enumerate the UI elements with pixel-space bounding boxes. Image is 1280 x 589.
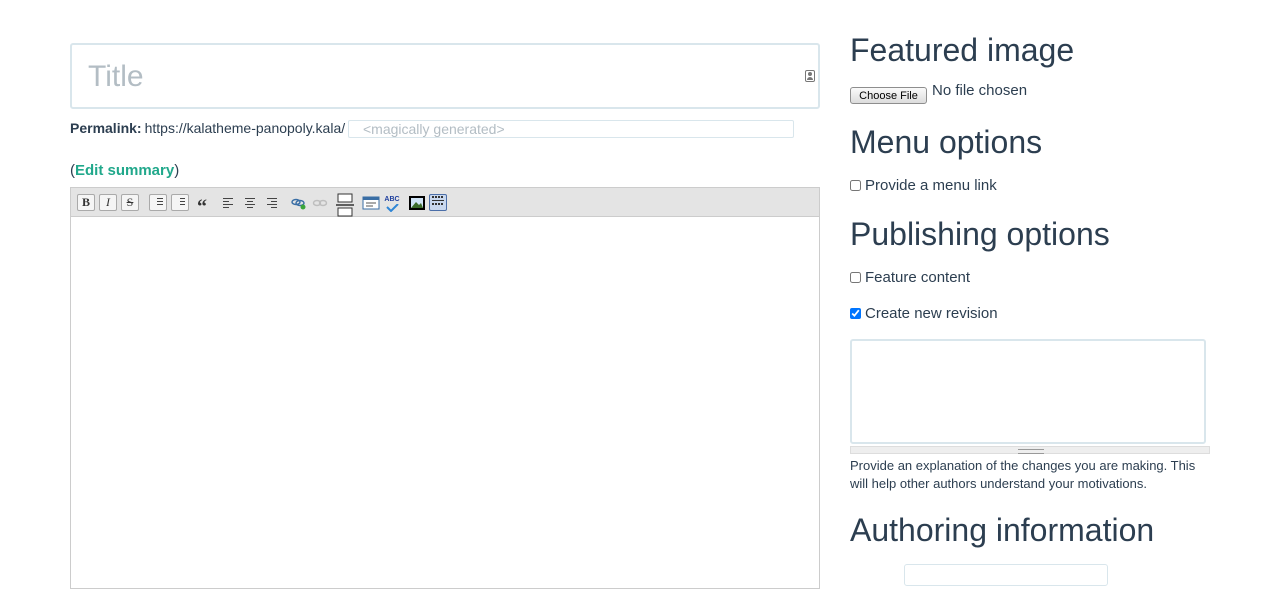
edit-summary-link[interactable]: Edit summary	[75, 162, 174, 179]
insert-link-icon[interactable]	[289, 194, 307, 211]
permalink-alias-input[interactable]	[348, 120, 794, 138]
choose-file-button[interactable]: Choose File	[850, 87, 927, 104]
create-revision-option[interactable]: Create new revision	[850, 305, 998, 322]
permalink-row: Permalink: https://kalatheme-panopoly.kal…	[70, 120, 794, 140]
editor-content-area[interactable]	[71, 217, 819, 577]
feature-content-option[interactable]: Feature content	[850, 269, 970, 286]
provide-menu-link-label: Provide a menu link	[865, 177, 997, 194]
menu-options-heading: Menu options	[850, 124, 1043, 160]
create-revision-checkbox[interactable]	[850, 308, 861, 319]
provide-menu-link-checkbox[interactable]	[850, 180, 861, 191]
contact-card-icon	[805, 70, 815, 82]
title-input[interactable]	[86, 57, 770, 97]
strikethrough-icon[interactable]: S	[121, 194, 139, 211]
publishing-options-heading: Publishing options	[850, 216, 1110, 252]
blockquote-icon[interactable]: “	[193, 194, 211, 218]
title-field-wrapper	[70, 43, 820, 109]
authored-by-input[interactable]	[904, 564, 1108, 586]
edit-summary-row: (Edit summary)	[70, 162, 179, 179]
permalink-base-url: https://kalatheme-panopoly.kala/	[144, 120, 346, 136]
textarea-resize-grip[interactable]	[850, 446, 1210, 454]
insert-media-icon[interactable]	[407, 194, 425, 211]
editor-toolbar: B I S “ ABC	[71, 188, 819, 218]
revision-log-textarea[interactable]	[850, 339, 1206, 444]
align-left-icon[interactable]	[219, 194, 237, 211]
unlink-icon[interactable]	[311, 194, 329, 211]
paste-word-icon[interactable]	[361, 194, 380, 211]
revision-help-text: Provide an explanation of the changes yo…	[850, 458, 1196, 491]
bullet-list-icon[interactable]	[149, 194, 167, 211]
italic-icon[interactable]: I	[99, 194, 117, 211]
permalink-label: Permalink:	[70, 120, 142, 136]
align-center-icon[interactable]	[241, 194, 259, 211]
authoring-information-heading: Authoring information	[850, 512, 1155, 548]
read-more-icon[interactable]	[335, 192, 354, 217]
spellcheck-icon[interactable]: ABC	[383, 194, 401, 212]
close-paren: )	[174, 162, 180, 179]
file-status: No file chosen	[932, 82, 1028, 99]
feature-content-checkbox[interactable]	[850, 272, 861, 283]
body-editor: B I S “ ABC	[70, 187, 820, 589]
featured-image-heading: Featured image	[850, 32, 1075, 68]
create-revision-label: Create new revision	[865, 305, 998, 322]
toggle-toolbar-icon[interactable]	[429, 194, 447, 211]
bold-icon[interactable]: B	[77, 194, 95, 211]
numbered-list-icon[interactable]	[171, 194, 189, 211]
feature-content-label: Feature content	[865, 269, 971, 286]
provide-menu-link-option[interactable]: Provide a menu link	[850, 177, 997, 194]
spellcheck-label: ABC	[384, 196, 400, 203]
align-right-icon[interactable]	[263, 194, 281, 211]
